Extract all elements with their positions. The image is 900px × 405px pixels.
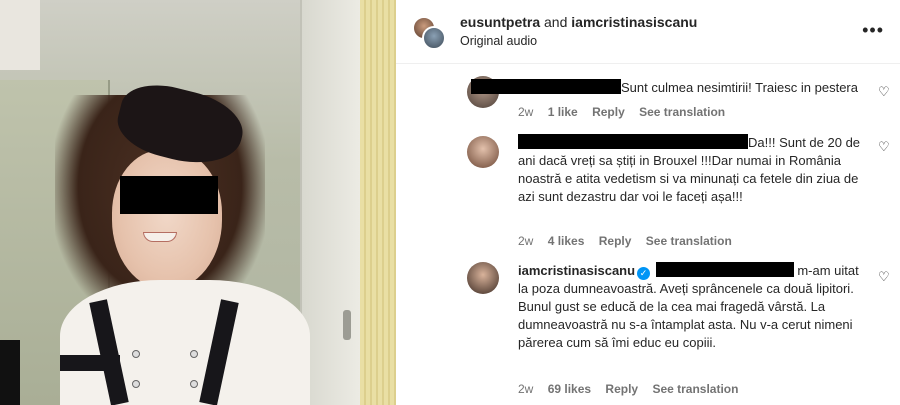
photo-sweater-button bbox=[132, 380, 140, 388]
reply-button[interactable]: Reply bbox=[599, 234, 632, 248]
avatar[interactable] bbox=[467, 262, 499, 294]
comment-time[interactable]: 2w bbox=[518, 105, 533, 119]
photo-mouth bbox=[143, 232, 177, 242]
photo-arm bbox=[0, 340, 20, 405]
redacted-username bbox=[518, 134, 748, 149]
post-authors: eusuntpetra and iamcristinasiscanu bbox=[460, 14, 697, 30]
avatar[interactable] bbox=[467, 136, 499, 168]
comment-meta: 2w 69 likes Reply See translation bbox=[518, 382, 749, 396]
reply-button[interactable]: Reply bbox=[605, 382, 638, 396]
verified-badge-icon: ✓ bbox=[637, 267, 651, 280]
more-options-icon[interactable]: ••• bbox=[862, 20, 884, 41]
audio-link[interactable]: Original audio bbox=[460, 34, 537, 48]
comment-text: iamcristinasiscanu ✓ m-am uitat la poza d… bbox=[518, 262, 863, 352]
author-connector: and bbox=[544, 14, 568, 30]
comment-time[interactable]: 2w bbox=[518, 234, 533, 248]
comment-meta: 2w 4 likes Reply See translation bbox=[518, 234, 743, 248]
heart-outline-icon[interactable]: ♡ bbox=[878, 140, 890, 153]
comment-likes[interactable]: 1 like bbox=[548, 105, 578, 119]
photo-shelf bbox=[0, 0, 40, 70]
author-link[interactable]: eusuntpetra bbox=[460, 14, 540, 30]
heart-outline-icon[interactable]: ♡ bbox=[878, 270, 890, 283]
reply-button[interactable]: Reply bbox=[592, 105, 625, 119]
comment-username[interactable]: iamcristinasiscanu bbox=[518, 263, 635, 278]
see-translation-button[interactable]: See translation bbox=[652, 382, 738, 396]
see-translation-button[interactable]: See translation bbox=[646, 234, 732, 248]
photo-window-blind bbox=[360, 0, 396, 405]
photo-sweater-button bbox=[190, 350, 198, 358]
heart-outline-icon[interactable]: ♡ bbox=[878, 85, 890, 98]
comment-body: m-am bbox=[797, 263, 831, 278]
comment-text: Da!!! Sunt de 20 de ani dacă vreți sa șt… bbox=[518, 134, 863, 206]
comment-likes[interactable]: 69 likes bbox=[548, 382, 591, 396]
comment-body: Da!!! Sunt de 20 bbox=[748, 135, 842, 150]
photo-face bbox=[112, 150, 222, 290]
avatar[interactable] bbox=[422, 26, 446, 50]
comment-likes[interactable]: 4 likes bbox=[548, 234, 585, 248]
comment-meta: 2w 1 like Reply See translation bbox=[518, 105, 736, 119]
see-translation-button[interactable]: See translation bbox=[639, 105, 725, 119]
post-side-panel: eusuntpetra and iamcristinasiscanu Origi… bbox=[396, 0, 900, 405]
photo-sweater-trim bbox=[60, 355, 120, 371]
photo-door-handle bbox=[343, 310, 351, 340]
redacted-username bbox=[655, 262, 794, 277]
comments-list: Sunt culmea nesimtirii! Traiesc in peste… bbox=[396, 65, 900, 405]
photo-censor-bar bbox=[120, 176, 218, 214]
photo-sweater-button bbox=[132, 350, 140, 358]
post-header: eusuntpetra and iamcristinasiscanu Origi… bbox=[396, 0, 900, 64]
author-link[interactable]: iamcristinasiscanu bbox=[571, 14, 697, 30]
photo-sweater-button bbox=[190, 380, 198, 388]
collab-avatars[interactable] bbox=[412, 16, 446, 50]
comment-time[interactable]: 2w bbox=[518, 382, 533, 396]
comment-text: Sunt culmea nesimtirii! Traiesc in peste… bbox=[471, 79, 881, 97]
redacted-username bbox=[471, 79, 621, 94]
post-photo bbox=[0, 0, 396, 405]
comment-body: Sunt culmea nesimtirii! Traiesc in peste… bbox=[621, 80, 858, 95]
